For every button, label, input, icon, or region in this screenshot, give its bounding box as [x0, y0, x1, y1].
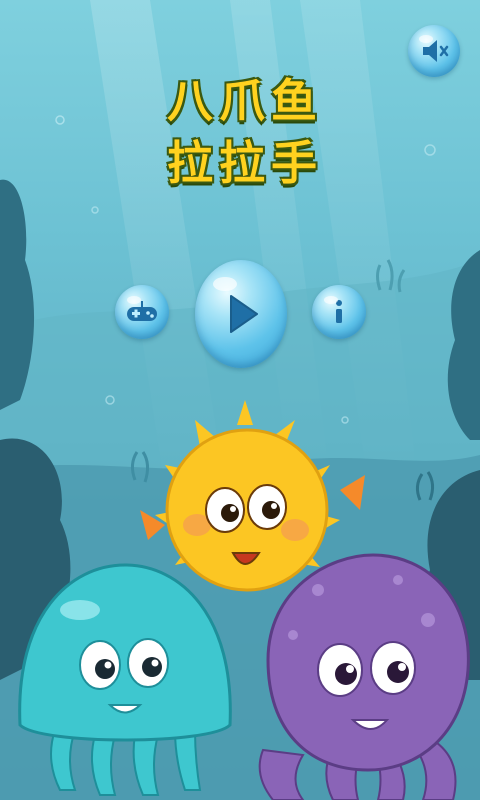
mute-button[interactable]	[408, 25, 460, 77]
info-button[interactable]	[312, 285, 366, 339]
speaker-muted-icon	[419, 35, 449, 62]
play-icon	[213, 277, 258, 333]
jellyfish-character	[18, 563, 232, 796]
more-games-button[interactable]	[115, 285, 169, 339]
title-line-1: 八爪鱼	[167, 74, 323, 128]
play-button[interactable]	[195, 260, 287, 368]
gamepad-icon	[127, 296, 157, 321]
info-icon	[324, 296, 342, 323]
game-menu-screen: 八爪鱼 拉拉手	[0, 0, 480, 800]
game-title: 八爪鱼 拉拉手	[150, 70, 340, 194]
title-line-2: 拉拉手	[167, 136, 323, 190]
octopus-character	[258, 553, 470, 800]
